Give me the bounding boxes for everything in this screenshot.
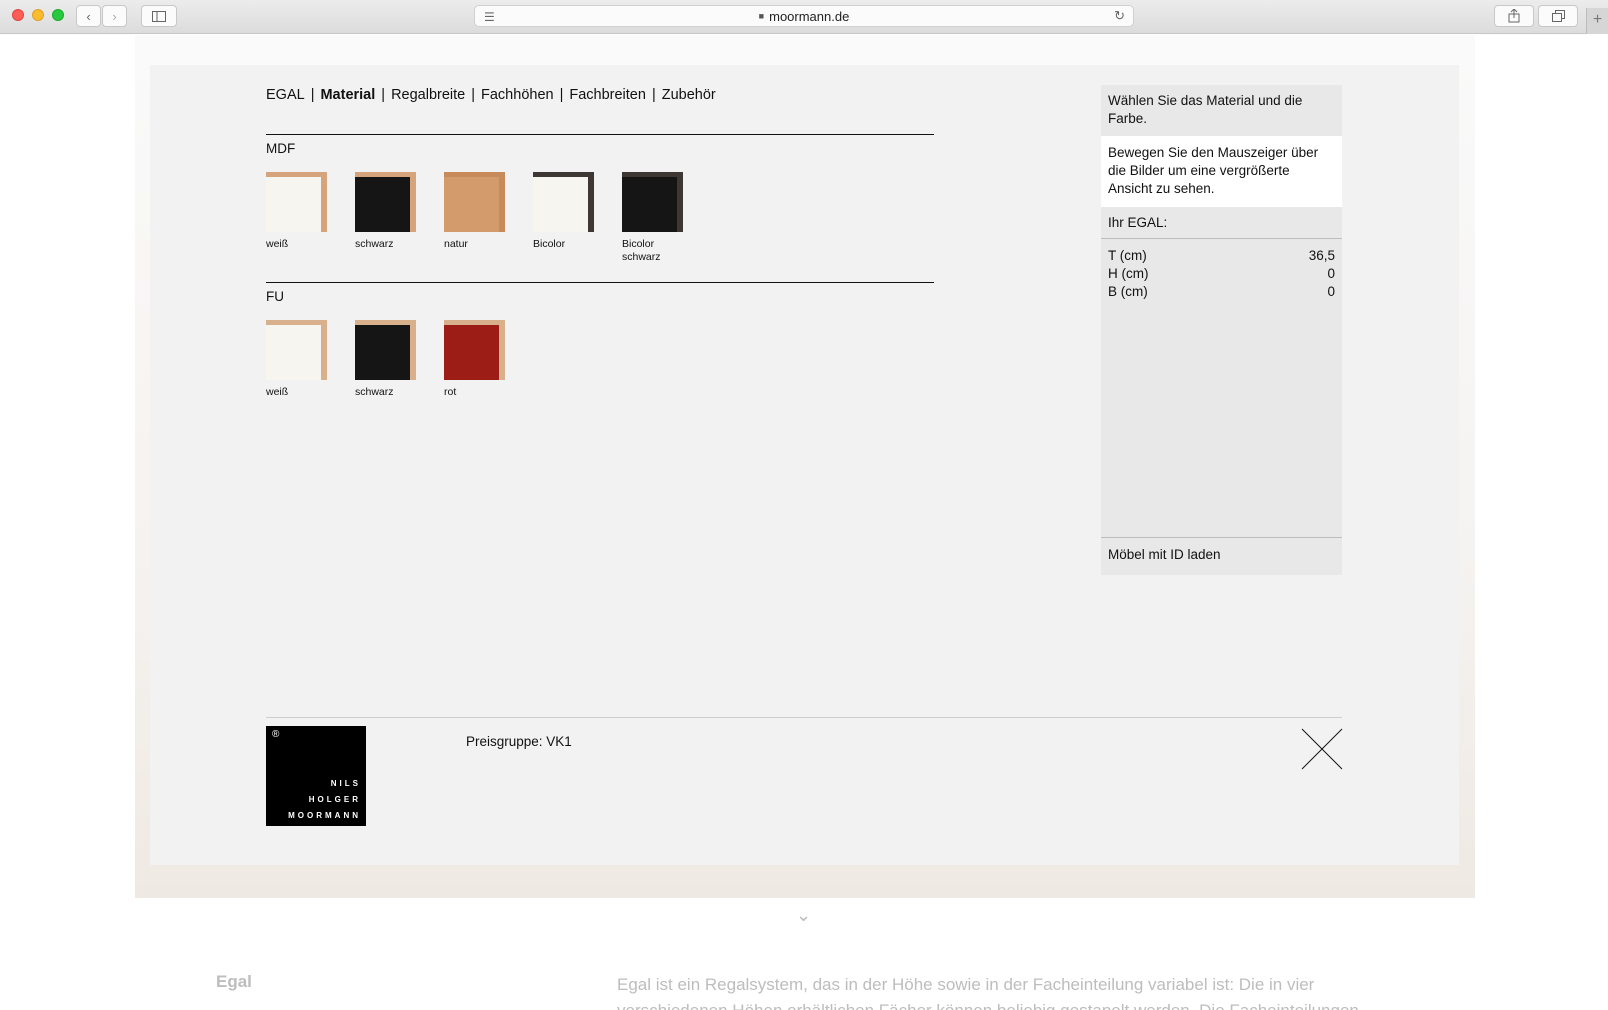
section-title: FU (266, 289, 284, 304)
tab-separator: | (381, 87, 386, 103)
section-fu: FU weiß schwarz rot (266, 282, 934, 402)
section-title: MDF (266, 141, 296, 156)
configurator-tabs: EGAL | Material | Regalbreite | Fachhöhen | Fach… (266, 87, 716, 103)
material-swatch-mdf-natur[interactable]: natur (444, 172, 524, 251)
tab-separator: | (310, 87, 315, 103)
chevron-left-icon: ‹ (86, 8, 91, 24)
swatch-image (444, 172, 505, 232)
tab-separator: | (471, 87, 476, 103)
swatch-label: rot (444, 386, 457, 398)
close-button[interactable] (1301, 728, 1343, 770)
footer-divider (266, 717, 1342, 718)
dimension-label: T (cm) (1108, 248, 1147, 263)
material-swatch-mdf-bicolor-schwarz[interactable]: Bicolor schwarz (622, 172, 686, 264)
dimension-row-width: B (cm) 0 (1108, 283, 1335, 301)
background-title: Egal (216, 972, 252, 991)
dimension-label: H (cm) (1108, 266, 1149, 281)
sidebar-button[interactable] (141, 5, 177, 27)
tab-material[interactable]: Material (320, 87, 375, 103)
swatch-image (266, 172, 327, 232)
dimension-label: B (cm) (1108, 284, 1148, 299)
material-swatch-fu-rot[interactable]: rot (444, 320, 524, 399)
reload-icon[interactable]: ↻ (1114, 8, 1125, 24)
swatch-label: schwarz (355, 386, 394, 398)
dimension-value: 0 (1327, 284, 1335, 299)
swatch-image (444, 320, 505, 380)
panel-hint: Bewegen Sie den Mauszeiger über die Bild… (1101, 136, 1342, 207)
swatch-image (622, 172, 683, 232)
dimension-row-height: H (cm) 0 (1108, 265, 1335, 283)
minimize-window-button[interactable] (32, 9, 44, 21)
swatch-image (355, 320, 416, 380)
reader-icon[interactable]: ☰ (484, 10, 495, 24)
chevron-down-icon[interactable]: ⌄ (796, 905, 811, 926)
logo-line: MOORMANN (288, 811, 361, 820)
tab-regalbreite[interactable]: Regalbreite (391, 87, 465, 103)
material-swatch-mdf-weiss[interactable]: weiß (266, 172, 346, 251)
lock-icon: ■ (758, 11, 765, 21)
dimension-value: 0 (1327, 266, 1335, 281)
swatch-label: Bicolor schwarz (622, 238, 661, 263)
background-text: Egal ist ein Regalsystem, das in der Höh… (617, 975, 1359, 1010)
tab-egal[interactable]: EGAL (266, 87, 305, 103)
price-group: Preisgruppe: VK1 (466, 734, 572, 749)
swatch-image (355, 172, 416, 232)
brand-logo: ® NILS HOLGER MOORMANN (266, 726, 366, 826)
swatch-label: natur (444, 238, 468, 250)
logo-line: HOLGER (308, 795, 361, 804)
material-swatch-fu-weiss[interactable]: weiß (266, 320, 346, 399)
share-icon (1508, 9, 1520, 23)
url-text: moormann.de (769, 8, 850, 24)
section-mdf: MDF weiß schwarz natur Bicolor Bicolor s… (266, 134, 934, 280)
tab-fachhoehen[interactable]: Fachhöhen (481, 87, 554, 103)
swatch-label: weiß (266, 238, 289, 250)
dimension-value: 36,5 (1308, 248, 1335, 263)
tab-zubehoer[interactable]: Zubehör (662, 87, 716, 103)
swatch-image (266, 320, 327, 380)
configurator-modal: EGAL | Material | Regalbreite | Fachhöhen | Fach… (150, 65, 1459, 865)
panel-your-egal-label: Ihr EGAL: (1101, 207, 1342, 239)
close-icon (1301, 728, 1343, 770)
close-window-button[interactable] (12, 9, 24, 21)
panel-heading: Wählen Sie das Material und die Farbe. (1108, 93, 1303, 126)
back-button[interactable]: ‹ (76, 5, 101, 27)
tab-separator: | (559, 87, 564, 103)
new-tab-button[interactable]: + (1586, 8, 1608, 34)
chevron-right-icon: › (112, 8, 117, 24)
forward-button[interactable]: › (102, 5, 127, 27)
swatch-label: Bicolor (533, 238, 566, 250)
browser-toolbar: ‹ › ☰ ■ moormann.de ↻ + (0, 0, 1608, 34)
registered-mark: ® (272, 729, 280, 740)
zoom-window-button[interactable] (52, 9, 64, 21)
swatch-label: weiß (266, 386, 289, 398)
load-by-id-button[interactable]: Möbel mit ID laden (1101, 537, 1342, 575)
material-swatch-fu-schwarz[interactable]: schwarz (355, 320, 435, 399)
logo-line: NILS (330, 779, 361, 788)
share-button[interactable] (1494, 5, 1534, 27)
summary-panel: Wählen Sie das Material und die Farbe. B… (1101, 85, 1342, 575)
tabs-button[interactable] (1538, 5, 1578, 27)
swatch-label: schwarz (355, 238, 394, 250)
tab-separator: | (651, 87, 656, 103)
sidebar-icon (152, 10, 166, 22)
material-swatch-mdf-schwarz[interactable]: schwarz (355, 172, 435, 251)
tab-fachbreiten[interactable]: Fachbreiten (569, 87, 646, 103)
dimension-row-depth: T (cm) 36,5 (1108, 247, 1335, 265)
material-swatch-mdf-bicolor[interactable]: Bicolor (533, 172, 613, 251)
address-bar[interactable]: ☰ ■ moormann.de ↻ (474, 5, 1134, 27)
tabs-icon (1551, 10, 1565, 22)
swatch-image (533, 172, 594, 232)
dimension-list: T (cm) 36,5 H (cm) 0 B (cm) 0 (1101, 239, 1342, 301)
